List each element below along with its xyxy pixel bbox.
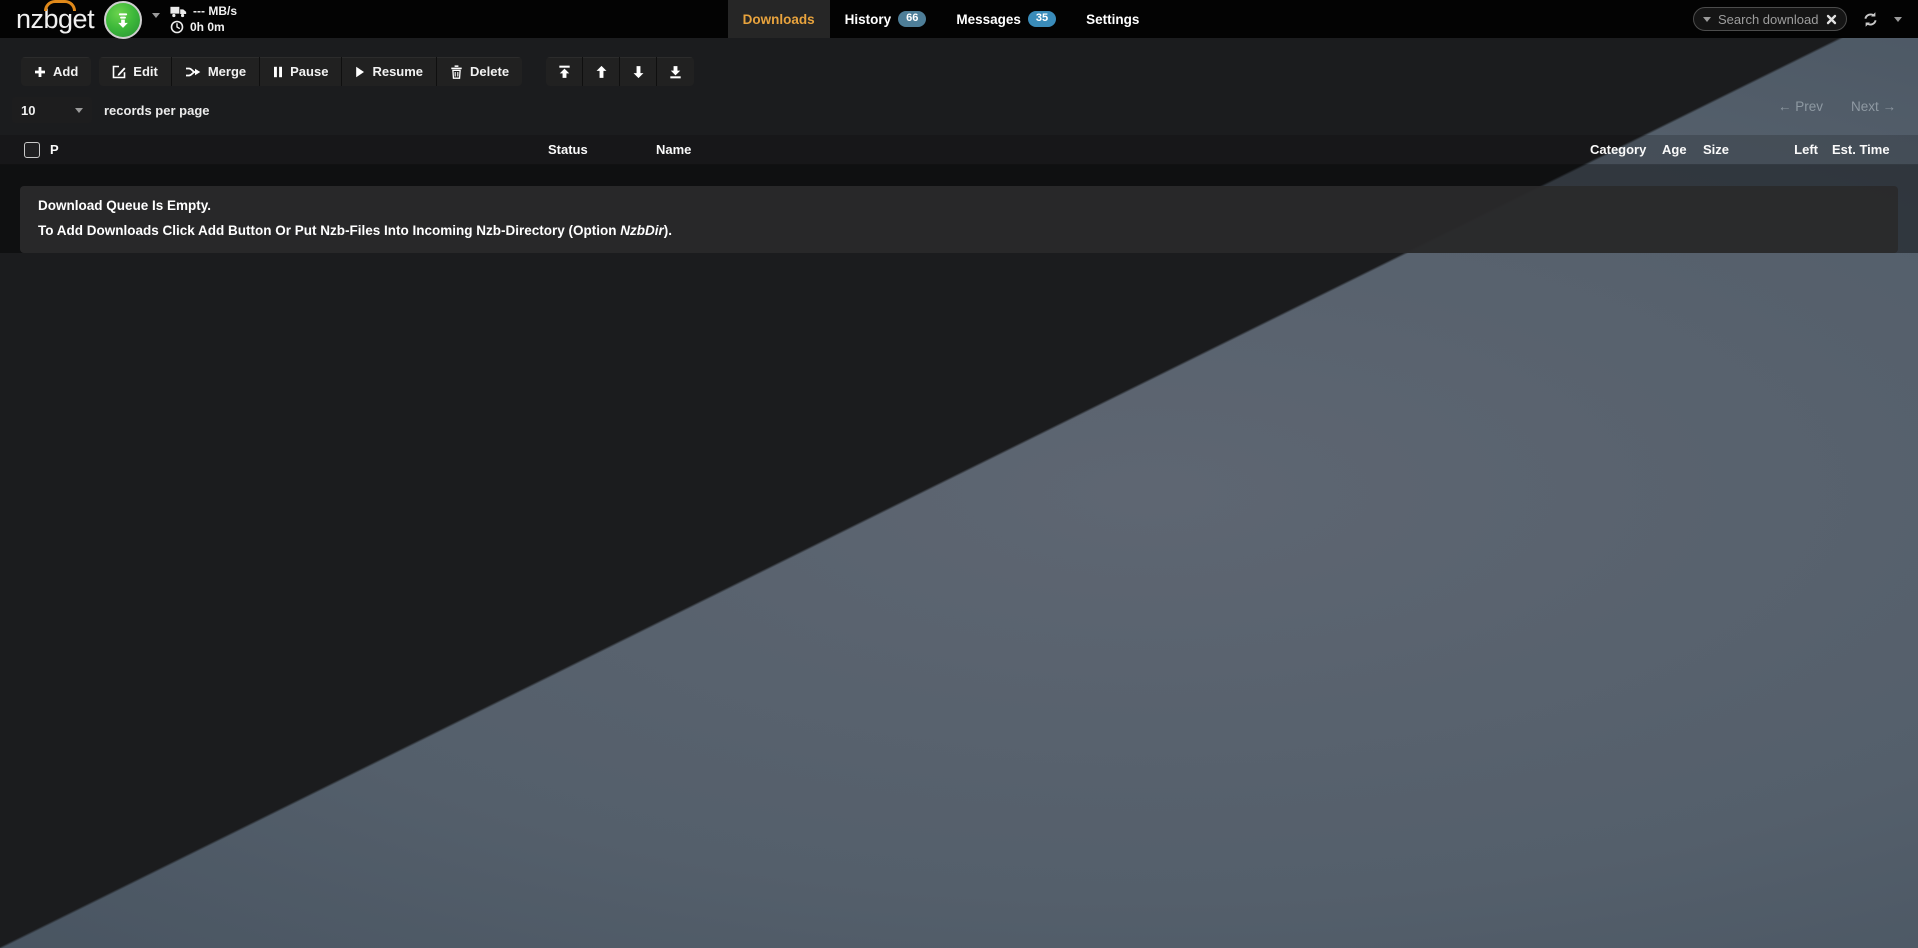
refresh-icon[interactable] <box>1862 11 1879 28</box>
search-options-caret-icon[interactable] <box>1703 17 1711 22</box>
download-menu-button[interactable] <box>104 1 142 39</box>
delete-button[interactable]: Delete <box>437 57 522 86</box>
main-tabs: Downloads History 66 Messages 35 Setting… <box>0 0 1900 38</box>
tab-history[interactable]: History 66 <box>830 0 942 38</box>
empty-queue-option-name: NzbDir <box>620 223 664 238</box>
arrow-down-icon <box>632 65 645 79</box>
move-buttons-group <box>546 57 694 86</box>
plus-icon <box>34 66 46 78</box>
edit-button[interactable]: Edit <box>99 57 172 86</box>
trash-icon <box>450 65 463 79</box>
column-header-status: Status <box>548 135 588 164</box>
delete-button-label: Delete <box>470 64 509 79</box>
tab-settings[interactable]: Settings <box>1071 0 1154 38</box>
add-button-label: Add <box>53 64 78 79</box>
column-header-category: Category <box>1590 135 1646 164</box>
search-input[interactable] <box>1718 12 1819 27</box>
search-box[interactable] <box>1693 7 1847 31</box>
column-header-age: Age <box>1662 135 1687 164</box>
pause-button-label: Pause <box>290 64 328 79</box>
download-icon <box>113 10 133 30</box>
records-per-page-label: records per page <box>104 97 210 123</box>
messages-count-badge: 35 <box>1028 11 1056 27</box>
nzbget-app: nzbget --- MB <box>0 0 1918 948</box>
navbar-right-controls <box>1693 0 1902 38</box>
empty-queue-message-prefix: To Add Downloads Click Add Button Or Put… <box>38 223 620 238</box>
tab-downloads-label: Downloads <box>743 12 815 27</box>
pager: ← Prev Next → <box>1778 99 1896 114</box>
merge-button[interactable]: Merge <box>172 57 260 86</box>
records-per-page-select[interactable]: 10 <box>12 97 92 123</box>
add-button[interactable]: Add <box>21 57 91 86</box>
prev-page-link[interactable]: ← Prev <box>1778 99 1823 114</box>
add-button-group: Add <box>21 57 91 86</box>
select-caret-icon <box>75 108 83 113</box>
top-navbar: nzbget --- MB <box>0 0 1918 38</box>
resume-button-label: Resume <box>372 64 423 79</box>
column-header-priority: P <box>50 135 59 164</box>
column-header-size: Size <box>1703 135 1729 164</box>
merge-icon <box>185 66 201 78</box>
next-page-link[interactable]: Next → <box>1851 99 1896 114</box>
column-header-left: Left <box>1780 135 1818 164</box>
records-per-page-value: 10 <box>21 103 35 118</box>
queue-table-body: Download Queue Is Empty. To Add Download… <box>0 165 1918 253</box>
column-header-est-time: Est. Time <box>1832 135 1890 164</box>
empty-queue-message-suffix: ). <box>664 223 672 238</box>
pause-icon <box>273 66 283 78</box>
tab-history-label: History <box>845 12 892 27</box>
move-bottom-icon <box>669 65 682 79</box>
empty-queue-title: Download Queue Is Empty. <box>38 198 1880 213</box>
tab-messages-label: Messages <box>956 12 1021 27</box>
history-count-badge: 66 <box>898 11 926 27</box>
tab-settings-label: Settings <box>1086 12 1139 27</box>
navbar-dropdown-caret-icon[interactable] <box>1894 17 1902 22</box>
merge-button-label: Merge <box>208 64 246 79</box>
column-header-name: Name <box>656 135 691 164</box>
edit-icon <box>112 65 126 79</box>
tab-messages[interactable]: Messages 35 <box>941 0 1071 38</box>
move-top-button[interactable] <box>546 57 583 86</box>
resume-button[interactable]: Resume <box>342 57 437 86</box>
play-icon <box>355 66 365 78</box>
tab-downloads[interactable]: Downloads <box>728 0 830 38</box>
move-up-button[interactable] <box>583 57 620 86</box>
queue-toolbar: Add Edit Merge <box>21 57 694 86</box>
edit-button-label: Edit <box>133 64 158 79</box>
edit-actions-group: Edit Merge Pause Resume <box>99 57 522 86</box>
move-top-icon <box>558 65 571 79</box>
queue-table-header: P Status Name Category Age Size Left Est… <box>0 135 1918 165</box>
clear-search-icon[interactable] <box>1826 14 1837 25</box>
arrow-up-icon <box>595 65 608 79</box>
select-all-checkbox[interactable] <box>24 142 40 158</box>
move-bottom-button[interactable] <box>657 57 694 86</box>
empty-queue-panel: Download Queue Is Empty. To Add Download… <box>20 186 1898 253</box>
pause-button[interactable]: Pause <box>260 57 342 86</box>
move-down-button[interactable] <box>620 57 657 86</box>
empty-queue-message: To Add Downloads Click Add Button Or Put… <box>38 223 1880 238</box>
